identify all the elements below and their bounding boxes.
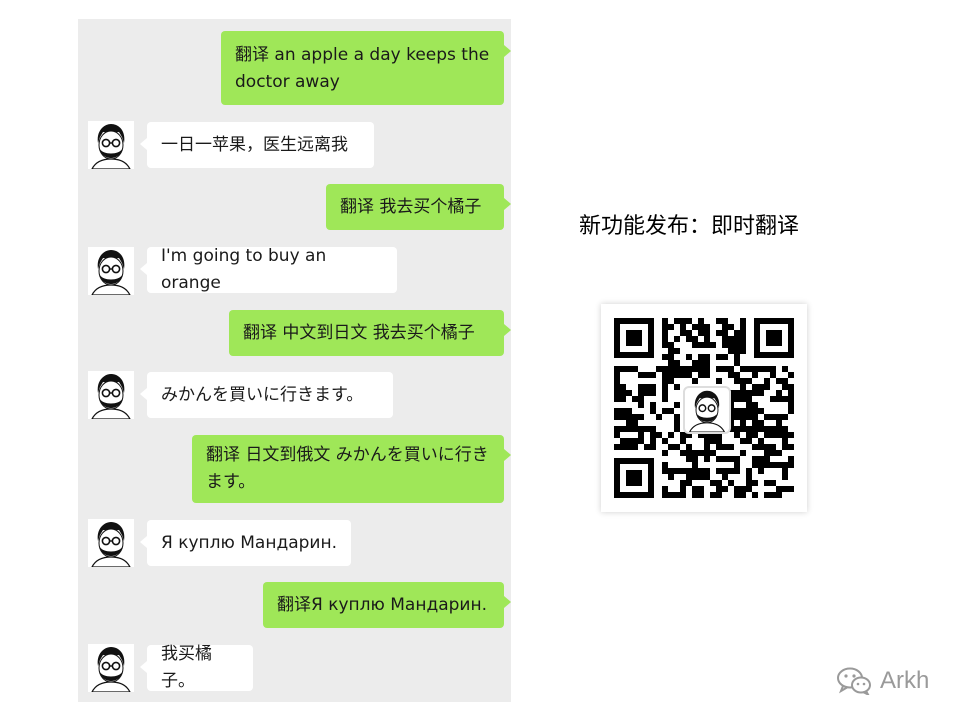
message-sent[interactable]: 翻译Я куплю Мандарин. xyxy=(263,582,511,628)
message-text: 翻译 中文到日文 我去买个橘子 xyxy=(243,322,475,343)
message-text: 翻译 an apple a day keeps the doctor away xyxy=(235,45,490,92)
avatar[interactable] xyxy=(88,371,134,419)
avatar[interactable] xyxy=(88,121,134,169)
avatar[interactable] xyxy=(88,247,134,295)
message-received[interactable]: 我买橘子。 xyxy=(140,644,253,691)
message-sent[interactable]: 翻译 an apple a day keeps the doctor away xyxy=(221,31,511,105)
watermark: Arkh xyxy=(836,665,929,697)
watermark-text: Arkh xyxy=(880,667,930,694)
message-text: Я куплю Мандарин. xyxy=(161,532,337,553)
chat-panel: 翻译 an apple a day keeps the doctor away … xyxy=(78,19,511,702)
message-text: 我买橘子。 xyxy=(161,644,212,691)
message-text: 翻译Я куплю Мандарин. xyxy=(277,594,487,615)
avatar[interactable] xyxy=(88,519,134,567)
message-sent[interactable]: 翻译 我去买个橘子 xyxy=(326,184,511,230)
bearded-man-avatar-icon xyxy=(91,250,131,295)
bearded-man-avatar-icon xyxy=(688,390,726,432)
message-text: I'm going to buy an orange xyxy=(161,246,327,293)
bearded-man-avatar-icon xyxy=(91,522,131,567)
bearded-man-avatar-icon xyxy=(91,374,131,419)
message-sent[interactable]: 翻译 日文到俄文 みかんを買いに行きます。 xyxy=(192,435,511,503)
message-text: 一日一苹果，医生远离我 xyxy=(161,134,348,155)
promo-title: 新功能发布：即时翻译 xyxy=(579,214,800,239)
message-text: 翻译 我去买个橘子 xyxy=(340,196,482,217)
message-sent[interactable]: 翻译 中文到日文 我去买个橘子 xyxy=(229,310,511,356)
message-text: みかんを買いに行きます。 xyxy=(161,384,364,405)
message-received[interactable]: I'm going to buy an orange xyxy=(140,246,397,293)
qr-code[interactable] xyxy=(601,304,807,512)
bearded-man-avatar-icon xyxy=(91,647,131,692)
bearded-man-avatar-icon xyxy=(91,124,131,169)
message-text: 翻译 日文到俄文 みかんを買いに行きます。 xyxy=(206,445,489,492)
avatar[interactable] xyxy=(88,644,134,692)
message-received[interactable]: Я куплю Мандарин. xyxy=(140,520,351,566)
message-received[interactable]: みかんを買いに行きます。 xyxy=(140,372,393,418)
qr-center-avatar xyxy=(683,386,731,434)
wechat-logo-icon xyxy=(837,667,871,695)
message-received[interactable]: 一日一苹果，医生远离我 xyxy=(140,122,374,168)
